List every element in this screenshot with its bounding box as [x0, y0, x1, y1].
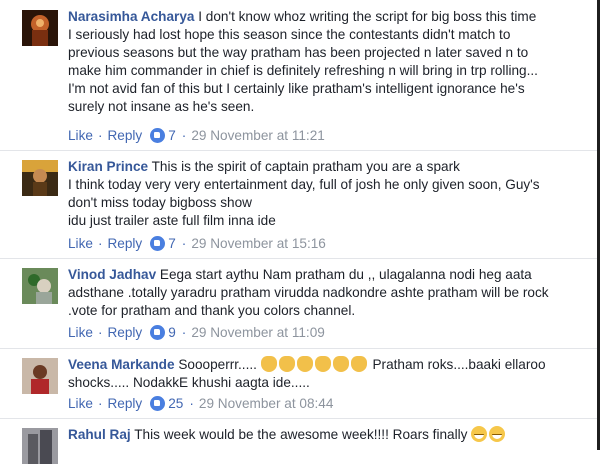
- separator-dot: ·: [97, 128, 103, 143]
- comment-actions: Like · Reply 7 · 29 November at 11:21: [68, 128, 325, 143]
- author-name[interactable]: Rahul Raj: [68, 427, 131, 442]
- comment: Veena Markande Soooperrr..... Pratham ro…: [0, 348, 597, 419]
- avatar[interactable]: [22, 10, 58, 46]
- comment-text-line: surely not insane as he's seen.: [68, 99, 255, 115]
- comment-text-line: I think today very very entertainment da…: [68, 177, 540, 193]
- like-count[interactable]: 25: [168, 396, 183, 411]
- like-reaction-icon[interactable]: [150, 396, 166, 411]
- comment-text-line: idu just trailer aste full film inna ide: [68, 213, 276, 229]
- like-count[interactable]: 7: [168, 128, 176, 143]
- grinning-sweat-icon: [471, 426, 488, 442]
- separator-dot: ·: [181, 325, 187, 340]
- comment-actions: Like · Reply 7 · 29 November at 15:16: [68, 236, 326, 251]
- comment-body: Vinod Jadhav Eega start aythu Nam pratha…: [68, 266, 579, 320]
- ok-hand-icon: [296, 356, 313, 372]
- comment: Rahul Raj This week would be the awesome…: [0, 418, 597, 464]
- comment-text-line: Pratham roks....baaki ellaroo: [372, 357, 546, 372]
- comment-text-line: don't miss today bigboss show: [68, 195, 252, 211]
- separator-dot: ·: [97, 396, 103, 411]
- author-name[interactable]: Vinod Jadhav: [68, 267, 156, 282]
- like-link[interactable]: Like: [68, 396, 93, 411]
- comment-text-line: shocks..... NodakkE khushi aagta ide....…: [68, 375, 310, 391]
- comment-actions: Like · Reply 9 · 29 November at 11:09: [68, 325, 325, 340]
- timestamp[interactable]: 29 November at 11:09: [191, 325, 325, 340]
- comment-text-line: .vote for pratham and thank you colors c…: [68, 303, 356, 319]
- comment: Kiran Prince This is the spirit of capta…: [0, 150, 597, 259]
- timestamp[interactable]: 29 November at 11:21: [191, 128, 325, 143]
- comment-text-line: make him commander in chief is definitel…: [68, 63, 538, 79]
- separator-dot: ·: [181, 236, 187, 251]
- reply-link[interactable]: Reply: [107, 128, 142, 143]
- comment-body: Veena Markande Soooperrr..... Pratham ro…: [68, 356, 579, 392]
- reply-link[interactable]: Reply: [107, 325, 142, 340]
- reply-link[interactable]: Reply: [107, 396, 142, 411]
- timestamp[interactable]: 29 November at 15:16: [191, 236, 326, 251]
- avatar[interactable]: [22, 358, 58, 394]
- separator-dot: ·: [181, 128, 187, 143]
- author-name[interactable]: Narasimha Acharya: [68, 9, 194, 24]
- comment-text-line: adsthane .totally yaradru pratham virudd…: [68, 285, 549, 301]
- avatar[interactable]: [22, 428, 58, 464]
- comment-actions: Like · Reply 25 · 29 November at 08:44: [68, 396, 333, 411]
- comment-text-line: I seriously had lost hope this season si…: [68, 27, 511, 43]
- comment: Vinod Jadhav Eega start aythu Nam pratha…: [0, 258, 597, 349]
- comment-body: Kiran Prince This is the spirit of capta…: [68, 158, 579, 230]
- comment-text-line: This is the spirit of captain pratham yo…: [151, 159, 460, 174]
- like-reaction-icon[interactable]: [150, 325, 166, 340]
- reply-link[interactable]: Reply: [107, 236, 142, 251]
- avatar[interactable]: [22, 160, 58, 196]
- like-link[interactable]: Like: [68, 236, 93, 251]
- comment-text-line: This week would be the awesome week!!!! …: [134, 427, 468, 442]
- comment-body: Rahul Raj This week would be the awesome…: [68, 426, 579, 444]
- comment-text-line: I'm not avid fan of this but I certainly…: [68, 81, 525, 97]
- grinning-sweat-icon: [489, 426, 506, 442]
- comment-text-line: I don't know whoz writing the script for…: [198, 9, 537, 24]
- comment-text-line: Soooperrr.....: [178, 357, 257, 372]
- like-reaction-icon[interactable]: [150, 236, 166, 251]
- separator-dot: ·: [97, 236, 103, 251]
- comments-panel: Narasimha Acharya I don't know whoz writ…: [0, 0, 600, 464]
- thumbs-up-icon: [332, 356, 349, 372]
- thumbs-up-icon: [314, 356, 331, 372]
- like-link[interactable]: Like: [68, 128, 93, 143]
- avatar[interactable]: [22, 268, 58, 304]
- separator-dot: ·: [189, 396, 194, 411]
- comment-text-line: previous seasons but the way pratham has…: [68, 45, 529, 61]
- comment-text-line: Eega start aythu Nam pratham du ,, ulaga…: [159, 267, 532, 282]
- comment-body: Narasimha Acharya I don't know whoz writ…: [68, 8, 579, 117]
- thumbs-up-icon: [350, 356, 367, 372]
- ok-hand-icon: [260, 356, 277, 372]
- separator-dot: ·: [97, 325, 103, 340]
- like-link[interactable]: Like: [68, 325, 93, 340]
- author-name[interactable]: Veena Markande: [68, 357, 175, 372]
- timestamp[interactable]: 29 November at 08:44: [199, 396, 334, 411]
- ok-hand-icon: [278, 356, 295, 372]
- like-count[interactable]: 9: [168, 325, 176, 340]
- comment: Narasimha Acharya I don't know whoz writ…: [0, 0, 597, 151]
- like-reaction-icon[interactable]: [150, 128, 166, 143]
- author-name[interactable]: Kiran Prince: [68, 159, 148, 174]
- like-count[interactable]: 7: [168, 236, 176, 251]
